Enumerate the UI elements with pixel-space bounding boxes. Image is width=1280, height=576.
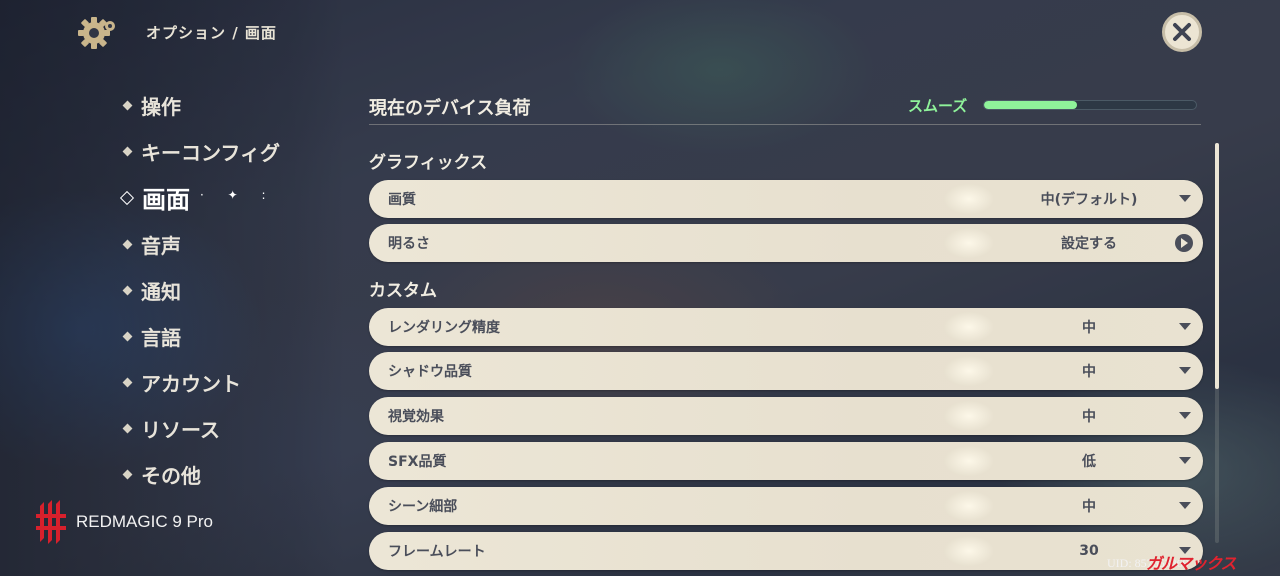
- setting-row-sfx-quality[interactable]: SFX品質 低: [369, 442, 1203, 480]
- brand-label: REDMAGIC 9 Pro: [76, 512, 213, 531]
- watermark-logo: ガルマックス: [1146, 554, 1237, 573]
- diamond-bullet-icon: [122, 423, 133, 434]
- diamond-bullet-icon: [122, 469, 133, 480]
- nav-item-label: 画面: [142, 186, 190, 214]
- scrollbar-thumb[interactable]: [1215, 143, 1219, 389]
- nav-item-label: 音声: [141, 234, 181, 258]
- close-icon: [1173, 23, 1191, 41]
- redmagic-logo-icon: [36, 500, 66, 544]
- nav-item-label: その他: [141, 464, 201, 488]
- diamond-bullet-icon: [122, 239, 133, 250]
- diamond-bullet-icon: [122, 285, 133, 296]
- nav-item-other[interactable]: その他: [122, 460, 201, 489]
- chevron-down-icon: [1179, 323, 1191, 330]
- nav-item-label: 言語: [141, 326, 181, 350]
- diamond-bullet-icon: [122, 146, 133, 157]
- nav-item-label: リソース: [141, 418, 220, 442]
- nav-item-label: 通知: [141, 280, 181, 304]
- nav-item-display[interactable]: 画面: [119, 180, 190, 215]
- nav-item-audio[interactable]: 音声: [122, 230, 181, 259]
- setting-value: 中: [1082, 364, 1096, 380]
- setting-value: 中: [1082, 409, 1096, 425]
- chevron-down-icon: [1179, 195, 1191, 202]
- device-load-bar: [983, 100, 1197, 110]
- nav-item-account[interactable]: アカウント: [122, 368, 241, 397]
- breadcrumb: オプション / 画面: [146, 24, 277, 42]
- section-title-custom: カスタム: [369, 281, 437, 301]
- device-brand: REDMAGIC 9 Pro: [34, 500, 213, 544]
- diamond-selected-icon: [119, 190, 135, 205]
- device-load-label: 現在のデバイス負荷: [369, 98, 531, 119]
- nav-item-resources[interactable]: リソース: [122, 414, 220, 443]
- setting-row-scene-detail[interactable]: シーン細部 中: [369, 487, 1203, 525]
- close-button[interactable]: [1162, 12, 1202, 52]
- diamond-bullet-icon: [122, 100, 133, 111]
- nav-item-notifications[interactable]: 通知: [122, 276, 181, 305]
- device-load-status: スムーズ: [908, 97, 968, 115]
- device-load-fill: [984, 101, 1078, 109]
- setting-row-quality[interactable]: 画質 中(デフォルト): [369, 180, 1203, 218]
- sparkle-icon: · ✦ :: [200, 188, 276, 202]
- nav-item-controls[interactable]: 操作: [122, 91, 181, 120]
- divider: [369, 124, 1201, 125]
- section-title-graphics: グラフィックス: [369, 153, 488, 173]
- nav-item-language[interactable]: 言語: [122, 322, 181, 351]
- chevron-down-icon: [1179, 502, 1191, 509]
- setting-row-render-resolution[interactable]: レンダリング精度 中: [369, 308, 1203, 346]
- nav-item-key-config[interactable]: キーコンフィグ: [122, 137, 280, 166]
- nav-item-label: 操作: [141, 95, 181, 119]
- gear-icon: [76, 14, 118, 52]
- nav-item-label: アカウント: [141, 372, 241, 396]
- setting-value: 中: [1082, 499, 1096, 515]
- chevron-down-icon: [1179, 367, 1191, 374]
- nav-item-label: キーコンフィグ: [141, 141, 280, 165]
- setting-value: 中: [1082, 320, 1096, 336]
- chevron-down-icon: [1179, 412, 1191, 419]
- setting-row-shadow-quality[interactable]: シャドウ品質 中: [369, 352, 1203, 390]
- diamond-bullet-icon: [122, 377, 133, 388]
- setting-row-visual-effects[interactable]: 視覚効果 中: [369, 397, 1203, 435]
- setting-value: 中(デフォルト): [1040, 192, 1138, 208]
- play-arrow-icon: [1175, 234, 1193, 252]
- setting-value: 低: [1082, 454, 1096, 470]
- setting-row-frame-rate[interactable]: フレームレート 30: [369, 532, 1203, 570]
- chevron-down-icon: [1179, 457, 1191, 464]
- setting-row-brightness[interactable]: 明るさ 設定する: [369, 224, 1203, 262]
- diamond-bullet-icon: [122, 331, 133, 342]
- setting-value: 設定する: [1061, 236, 1117, 252]
